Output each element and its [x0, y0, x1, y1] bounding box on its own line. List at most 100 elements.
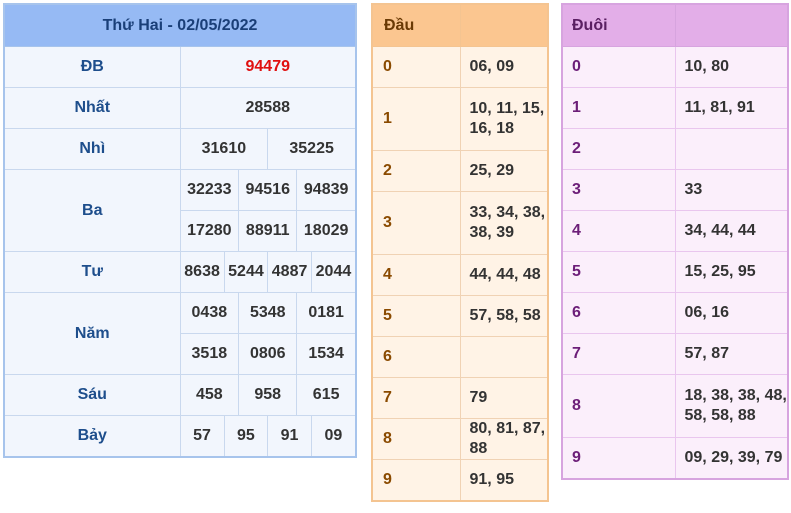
prize-value-nam: 0438	[191, 304, 228, 321]
tail-row: 6 06, 16	[561, 292, 789, 334]
prize-row-nam: Năm 0438 5348 0181	[3, 292, 357, 375]
prize-value-tu: 5244	[223, 252, 268, 292]
prize-row-tu: Tư 8638 5244 4887 2044	[3, 251, 357, 293]
prize-value-db: 94479	[179, 46, 357, 88]
prize-value-nam: 0181	[296, 293, 355, 333]
head-table-title: Đầu	[371, 3, 461, 47]
tail-row: 7 57, 87	[561, 333, 789, 375]
tail-values: 57, 87	[674, 333, 789, 375]
tail-row: 4 34, 44, 44	[561, 210, 789, 252]
tail-digit: 6	[561, 292, 676, 334]
tail-row: 1 11, 81, 91	[561, 87, 789, 129]
head-row: 8 80, 81, 87, 88	[371, 418, 549, 460]
tail-digit: 5	[561, 251, 676, 293]
tail-table-header-blank	[674, 3, 789, 47]
head-digit: 7	[371, 377, 461, 419]
prize-value-nhi: 31610	[201, 140, 247, 157]
tail-values: 33	[674, 169, 789, 211]
head-values: 80, 81, 87, 88	[459, 418, 549, 460]
head-digit: 1	[371, 87, 461, 151]
tail-row: 8 18, 38, 38, 48, 58, 58, 88	[561, 374, 789, 438]
prize-label-nam: Năm	[3, 292, 181, 375]
prize-value-nam: 0806	[238, 334, 297, 374]
tail-values: 06, 16	[674, 292, 789, 334]
head-values: 10, 11, 15, 16, 18	[459, 87, 549, 151]
tail-digit: 1	[561, 87, 676, 129]
head-row: 7 79	[371, 377, 549, 419]
prize-label-nhi: Nhì	[3, 128, 181, 170]
prize-value-ba: 17280	[187, 222, 232, 239]
tail-values: 18, 38, 38, 48, 58, 58, 88	[674, 374, 789, 438]
head-values: 79	[459, 377, 549, 419]
prize-row-nhi: Nhì 31610 35225	[3, 128, 357, 170]
head-values	[459, 336, 549, 378]
prize-value-ba: 32233	[187, 181, 232, 198]
prize-value-tu: 8638	[184, 263, 220, 280]
prize-row-sau: Sáu 458 958 615	[3, 374, 357, 416]
prize-value-nam: 1534	[296, 334, 355, 374]
tail-digit: 4	[561, 210, 676, 252]
tail-row: 9 09, 29, 39, 79	[561, 437, 789, 480]
head-digit-table: Đầu 0 06, 09 1 10, 11, 15, 16, 18 2 25, 29 …	[371, 3, 549, 502]
prize-value-nam: 3518	[191, 345, 228, 362]
head-row: 0 06, 09	[371, 46, 549, 88]
prize-row-nhat: Nhất 28588	[3, 87, 357, 129]
tail-row: 2	[561, 128, 789, 170]
prize-value-ba: 94839	[296, 170, 355, 210]
prize-value-bay: 09	[310, 416, 355, 456]
prize-value-bay: 57	[193, 427, 211, 444]
head-row: 1 10, 11, 15, 16, 18	[371, 87, 549, 151]
head-row: 3 33, 34, 38, 38, 39	[371, 191, 549, 255]
prize-row-db: ĐB 94479	[3, 46, 357, 88]
tail-digit: 7	[561, 333, 676, 375]
head-values: 44, 44, 48	[459, 254, 549, 296]
prize-value-sau: 458	[195, 386, 223, 403]
prize-label-sau: Sáu	[3, 374, 181, 416]
tail-values: 09, 29, 39, 79	[674, 437, 789, 480]
prize-value-tu: 2044	[310, 252, 355, 292]
head-digit: 5	[371, 295, 461, 337]
head-digit: 0	[371, 46, 461, 88]
prize-value-bay: 95	[223, 416, 268, 456]
results-table: Thứ Hai - 02/05/2022 ĐB 94479 Nhất 28588…	[3, 3, 357, 458]
results-date-title: Thứ Hai - 02/05/2022	[3, 3, 357, 47]
head-digit: 8	[371, 418, 461, 460]
head-table-header-blank	[459, 3, 549, 47]
prize-value-sau: 615	[296, 375, 355, 415]
tail-values	[674, 128, 789, 170]
prize-value-ba: 18029	[296, 211, 355, 251]
tail-digit: 9	[561, 437, 676, 480]
tail-values: 10, 80	[674, 46, 789, 88]
tail-row: 0 10, 80	[561, 46, 789, 88]
tail-digit: 8	[561, 374, 676, 438]
tail-digit: 0	[561, 46, 676, 88]
prize-label-db: ĐB	[3, 46, 181, 88]
head-values: 33, 34, 38, 38, 39	[459, 191, 549, 255]
prize-value-tu: 4887	[267, 252, 312, 292]
tail-digit: 3	[561, 169, 676, 211]
head-values: 91, 95	[459, 459, 549, 502]
head-digit: 6	[371, 336, 461, 378]
head-row: 5 57, 58, 58	[371, 295, 549, 337]
prize-label-nhat: Nhất	[3, 87, 181, 129]
head-row: 6	[371, 336, 549, 378]
prize-row-ba: Ba 32233 94516 94839	[3, 169, 357, 252]
prize-value-bay: 91	[267, 416, 312, 456]
prize-value-sau: 958	[238, 375, 297, 415]
prize-value-nhi: 35225	[267, 129, 355, 169]
head-digit: 9	[371, 459, 461, 502]
prize-label-tu: Tư	[3, 251, 181, 293]
tail-row: 5 15, 25, 95	[561, 251, 789, 293]
head-row: 4 44, 44, 48	[371, 254, 549, 296]
head-digit: 4	[371, 254, 461, 296]
head-values: 57, 58, 58	[459, 295, 549, 337]
head-values: 25, 29	[459, 150, 549, 192]
tail-digit: 2	[561, 128, 676, 170]
prize-value-nhat: 28588	[179, 87, 357, 129]
tail-values: 34, 44, 44	[674, 210, 789, 252]
tail-values: 11, 81, 91	[674, 87, 789, 129]
tail-row: 3 33	[561, 169, 789, 211]
head-digit: 2	[371, 150, 461, 192]
prize-value-ba: 88911	[238, 211, 297, 251]
tail-digit-table: Đuôi 0 10, 80 1 11, 81, 91 2 3 33 4 34, 44, …	[561, 3, 789, 480]
